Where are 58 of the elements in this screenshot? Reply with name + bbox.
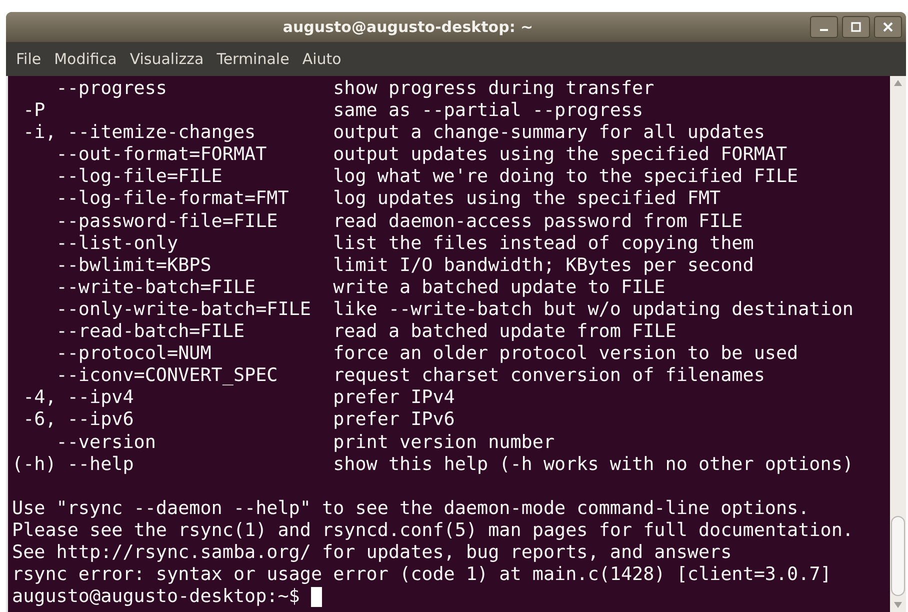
shell-prompt: augusto@augusto-desktop:~$ — [12, 586, 300, 608]
option-name: -6, --ipv6 — [22, 409, 135, 432]
option-description: print version number — [333, 432, 555, 454]
option-name: -4, --ipv4 — [22, 387, 135, 410]
option-name: --log-file=FILE — [55, 166, 224, 188]
minimize-button[interactable] — [810, 16, 838, 38]
option-name: --list-only — [55, 232, 180, 255]
option-name: --password-file=FILE — [55, 210, 279, 233]
option-description: log what we're doing to the specified FILE — [333, 166, 798, 188]
scroll-up-icon — [894, 80, 902, 86]
option-name: -i, --itemize-changes — [22, 122, 257, 144]
option-name: (-h) --help — [12, 454, 135, 476]
output-line: Use "rsync --daemon --help" to see the daemon-mode command-line options. — [12, 498, 810, 520]
scrollbar[interactable] — [890, 76, 906, 612]
option-name: --bwlimit=KBPS — [55, 254, 212, 277]
option-description: show progress during transfer — [333, 78, 654, 100]
option-description: show this help (-h works with no other options) — [333, 454, 854, 476]
option-description: force an older protocol version to be used — [333, 343, 798, 366]
option-name: --log-file-format=FMT — [55, 188, 290, 211]
menu-item[interactable]: Aiuto — [302, 48, 342, 70]
minimize-icon — [820, 29, 828, 31]
option-description: prefer IPv4 — [333, 387, 455, 410]
output-line: Please see the rsync(1) and rsyncd.conf(5) man pages for full documentation. — [12, 520, 854, 542]
option-description: read a batched update from FILE — [333, 321, 676, 344]
option-name: --progress — [55, 78, 168, 100]
output-line: rsync error: syntax or usage error (code 1) at main.c(1428) [client=3.0.7] — [12, 564, 832, 586]
option-description: output updates using the specified FORMAT — [333, 144, 788, 166]
menu-item[interactable]: Terminale — [216, 48, 290, 70]
option-description: log updates using the specified FMT — [333, 188, 721, 211]
menu-item[interactable]: Modifica — [54, 48, 117, 70]
option-description: read daemon-access password from FILE — [333, 210, 743, 233]
maximize-icon — [851, 22, 861, 32]
menu-item[interactable]: Visualizza — [130, 48, 204, 70]
close-icon — [883, 22, 893, 32]
option-description: request charset conversion of filenames — [333, 365, 765, 388]
option-description: like --write-batch but w/o updating destination — [333, 298, 854, 322]
option-name: -P — [22, 100, 46, 122]
option-description: list the files instead of copying them — [333, 232, 754, 255]
option-name: --read-batch=FILE — [55, 321, 246, 344]
option-name: --iconv=CONVERT_SPEC — [55, 365, 279, 388]
maximize-button[interactable] — [842, 16, 870, 38]
option-name: --out-format=FORMAT — [55, 144, 268, 166]
option-name: --protocol=NUM — [55, 343, 212, 366]
option-description: limit I/O bandwidth; KBytes per second — [333, 254, 754, 277]
output-line: See http://rsync.samba.org/ for updates, bug reports, and answers — [12, 542, 732, 564]
scroll-down-icon — [894, 602, 902, 608]
option-description: write a batched update to FILE — [333, 276, 666, 299]
close-button[interactable] — [874, 16, 902, 38]
option-name: --write-batch=FILE — [55, 276, 257, 299]
cursor-icon — [310, 587, 322, 608]
option-description: same as --partial --progress — [333, 100, 644, 122]
menu-item[interactable]: File — [16, 48, 42, 70]
option-name: --only-write-batch=FILE — [55, 298, 312, 322]
scrollbar-thumb[interactable] — [891, 516, 905, 596]
option-description: prefer IPv6 — [333, 409, 455, 432]
window-title: augusto@augusto-desktop: ~ — [282, 16, 534, 38]
option-name: --version — [55, 432, 157, 454]
option-description: output a change-summary for all updates — [333, 122, 765, 144]
